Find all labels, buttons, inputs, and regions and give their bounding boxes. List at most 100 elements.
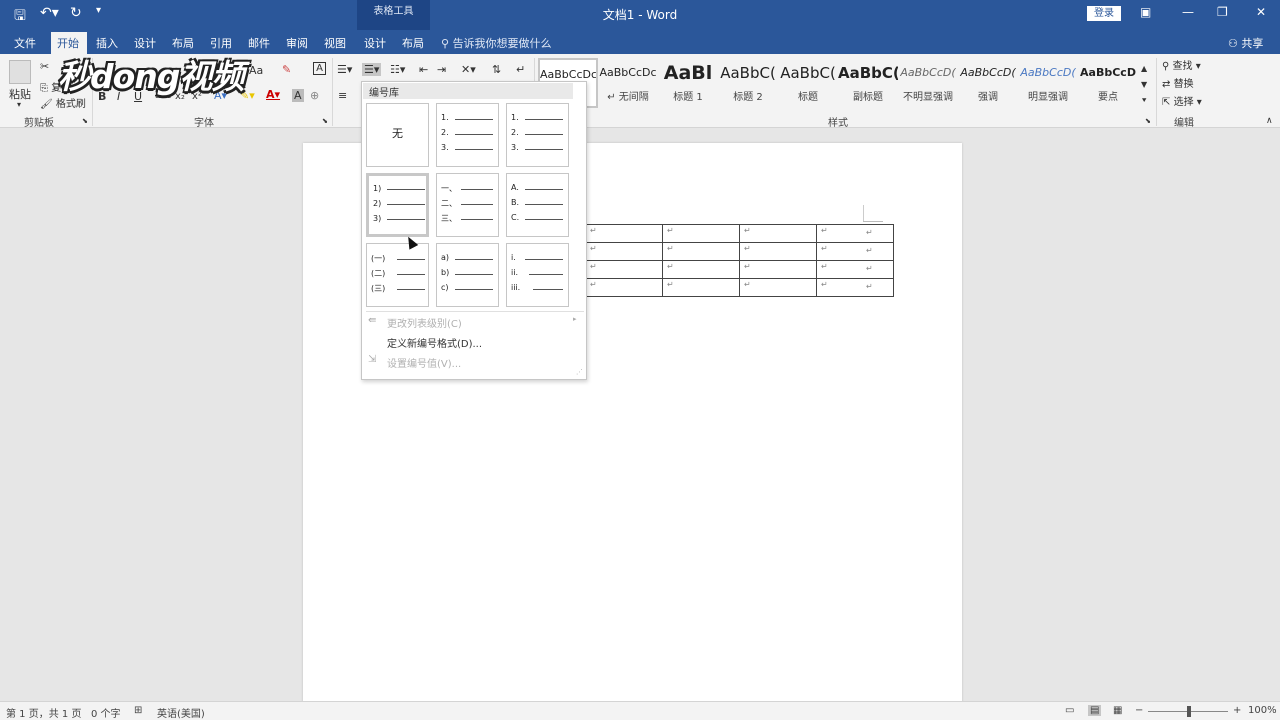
tab-design[interactable]: 设计 bbox=[134, 35, 156, 51]
define-new-format-item[interactable]: 定义新编号格式(D)... bbox=[387, 335, 482, 350]
zoom-in-icon[interactable]: + bbox=[1233, 705, 1241, 716]
collapse-ribbon-icon[interactable]: ∧ bbox=[1266, 116, 1273, 126]
style-no-spacing[interactable]: AaBbCcDc ↵ 无间隔 bbox=[598, 58, 658, 108]
print-layout-icon[interactable]: ▤ bbox=[1088, 705, 1102, 716]
proofing-icon[interactable]: ⊞ bbox=[134, 705, 142, 716]
set-numbering-value-item[interactable]: 设置编号值(V)... bbox=[387, 355, 461, 370]
multilevel-list-icon[interactable]: ☷▾ bbox=[390, 63, 405, 76]
paste-icon[interactable] bbox=[9, 60, 31, 84]
clipboard-launcher-icon[interactable]: ⬊ bbox=[82, 117, 88, 125]
redo-icon[interactable]: ↻ bbox=[70, 5, 82, 21]
resize-grip-icon[interactable]: ⋰ bbox=[576, 368, 583, 376]
table-cell[interactable]: ↵ bbox=[662, 278, 740, 297]
style-emphasis[interactable]: AaBbCcD(强调 bbox=[958, 58, 1018, 108]
tab-insert[interactable]: 插入 bbox=[96, 35, 118, 51]
language-indicator[interactable]: 英语(美国) bbox=[157, 705, 205, 720]
share-button[interactable]: ⚇ 共享 bbox=[1228, 35, 1263, 51]
replace-button[interactable]: ⇄ 替换 bbox=[1162, 75, 1194, 90]
table-cell[interactable]: ↵ bbox=[816, 260, 894, 279]
show-marks-icon[interactable]: ↵ bbox=[516, 63, 525, 76]
table-cell[interactable]: ↵ bbox=[662, 242, 740, 261]
read-mode-icon[interactable]: ▭ bbox=[1065, 705, 1074, 716]
styles-launcher-icon[interactable]: ⬊ bbox=[1145, 117, 1151, 125]
tab-table-layout[interactable]: 布局 bbox=[402, 35, 424, 51]
font-color-icon[interactable]: A▾ bbox=[266, 88, 280, 101]
customize-qat-icon[interactable]: ▾ bbox=[96, 5, 101, 16]
table-cell[interactable]: ↵ bbox=[816, 224, 894, 243]
numbering-icon[interactable]: ☰▾ bbox=[362, 63, 382, 76]
numbering-format-tile[interactable]: (一) (二) (三) bbox=[366, 243, 429, 307]
web-layout-icon[interactable]: ▦ bbox=[1113, 705, 1122, 716]
table-cell[interactable]: ↵ bbox=[585, 224, 663, 243]
zoom-slider-thumb[interactable] bbox=[1187, 706, 1191, 717]
table-cell[interactable]: ↵ bbox=[816, 278, 894, 297]
table-cell[interactable]: ↵ bbox=[739, 278, 817, 297]
tab-references[interactable]: 引用 bbox=[210, 35, 232, 51]
styles-scroll-up-icon[interactable]: ▲ bbox=[1141, 64, 1147, 73]
enclose-char-icon[interactable]: ⊕ bbox=[310, 89, 319, 102]
numbering-format-tile[interactable]: A. B. C. bbox=[506, 173, 569, 237]
numbering-format-tile[interactable]: 1. 2. 3. bbox=[506, 103, 569, 167]
ribbon-display-icon[interactable]: ▣ bbox=[1140, 5, 1151, 19]
numbering-format-tile[interactable]: 1) 2) 3) bbox=[366, 173, 429, 237]
table-cell[interactable]: ↵ bbox=[662, 224, 740, 243]
close-icon[interactable]: ✕ bbox=[1256, 5, 1266, 19]
font-size-change-button[interactable]: Aa bbox=[249, 64, 263, 77]
table-cell[interactable]: ↵ bbox=[662, 260, 740, 279]
tab-layout[interactable]: 布局 bbox=[172, 35, 194, 51]
table-cell[interactable]: ↵ bbox=[739, 224, 817, 243]
page-count[interactable]: 第 1 页，共 1 页 bbox=[6, 705, 81, 720]
numbering-format-tile[interactable]: a) b) c) bbox=[436, 243, 499, 307]
zoom-out-icon[interactable]: − bbox=[1135, 705, 1143, 716]
tab-table-design[interactable]: 设计 bbox=[364, 35, 386, 51]
restore-icon[interactable]: ❐ bbox=[1217, 5, 1228, 19]
increase-indent-icon[interactable]: ⇥ bbox=[437, 63, 446, 76]
table-cell[interactable]: ↵ bbox=[585, 242, 663, 261]
find-button[interactable]: ⚲ 查找 ▾ bbox=[1162, 57, 1201, 72]
style-strong[interactable]: AaBbCcD 要点 bbox=[1078, 58, 1138, 108]
chinese-layout-icon[interactable]: ✕▾ bbox=[461, 63, 476, 76]
clear-format-icon[interactable]: ✎ bbox=[282, 63, 291, 76]
document-table[interactable]: ↵ ↵ ↵ ↵ ↵ ↵ ↵ ↵ ↵ ↵ ↵ ↵ ↵ ↵ ↵ ↵ bbox=[585, 224, 894, 297]
char-shading-icon[interactable]: A bbox=[292, 89, 304, 102]
zoom-level[interactable]: 100% bbox=[1248, 705, 1277, 716]
tab-mailings[interactable]: 邮件 bbox=[248, 35, 270, 51]
tab-review[interactable]: 审阅 bbox=[286, 35, 308, 51]
styles-scroll-down-icon[interactable]: ▼ bbox=[1141, 80, 1147, 89]
tab-view[interactable]: 视图 bbox=[324, 35, 346, 51]
table-cell[interactable]: ↵ bbox=[739, 260, 817, 279]
font-launcher-icon[interactable]: ⬊ bbox=[322, 117, 328, 125]
style-intense-emphasis[interactable]: AaBbCcD(明显强调 bbox=[1018, 58, 1078, 108]
table-cell[interactable]: ↵ bbox=[585, 278, 663, 297]
style-heading-1[interactable]: AaBl 标题 1 bbox=[658, 58, 718, 108]
word-count[interactable]: 0 个字 bbox=[91, 705, 121, 720]
table-cell[interactable]: ↵ bbox=[585, 260, 663, 279]
bullets-icon[interactable]: ☰▾ bbox=[337, 63, 352, 76]
cut-icon[interactable]: ✂ bbox=[40, 60, 49, 73]
style-heading-2[interactable]: AaBbC(标题 2 bbox=[718, 58, 778, 108]
undo-icon[interactable]: ↶▾ bbox=[40, 5, 59, 21]
table-cell[interactable]: ↵ bbox=[739, 242, 817, 261]
char-border-icon[interactable]: A bbox=[313, 62, 326, 75]
change-list-level-item[interactable]: 更改列表级别(C) bbox=[387, 315, 462, 330]
styles-more-icon[interactable]: ⯆ bbox=[1141, 96, 1147, 106]
sort-icon[interactable]: ⇅ bbox=[492, 63, 501, 76]
style-subtitle[interactable]: AaBbC(副标题 bbox=[838, 58, 898, 108]
style-subtle-emphasis[interactable]: AaBbCcD(不明显强调 bbox=[898, 58, 958, 108]
tell-me-search[interactable]: ⚲ 告诉我你想要做什么 bbox=[441, 35, 552, 51]
save-icon[interactable]: 🖫 bbox=[14, 5, 26, 29]
tab-file[interactable]: 文件 bbox=[14, 35, 36, 51]
align-left-icon[interactable]: ≡ bbox=[338, 89, 347, 102]
minimize-icon[interactable]: — bbox=[1182, 5, 1194, 19]
numbering-format-tile[interactable]: i. ii. iii. bbox=[506, 243, 569, 307]
numbering-format-tile[interactable]: 一、 二、 三、 bbox=[436, 173, 499, 237]
login-button[interactable]: 登录 bbox=[1087, 6, 1121, 21]
numbering-sample: 2. bbox=[511, 128, 519, 137]
numbering-format-tile[interactable]: 1. 2. 3. bbox=[436, 103, 499, 167]
select-button[interactable]: ⇱ 选择 ▾ bbox=[1162, 93, 1202, 108]
numbering-none-tile[interactable]: 无 bbox=[366, 103, 429, 167]
table-cell[interactable]: ↵ bbox=[816, 242, 894, 261]
style-title[interactable]: AaBbC(标题 bbox=[778, 58, 838, 108]
decrease-indent-icon[interactable]: ⇤ bbox=[419, 63, 428, 76]
paste-dropdown-icon[interactable]: ▾ bbox=[17, 100, 21, 109]
